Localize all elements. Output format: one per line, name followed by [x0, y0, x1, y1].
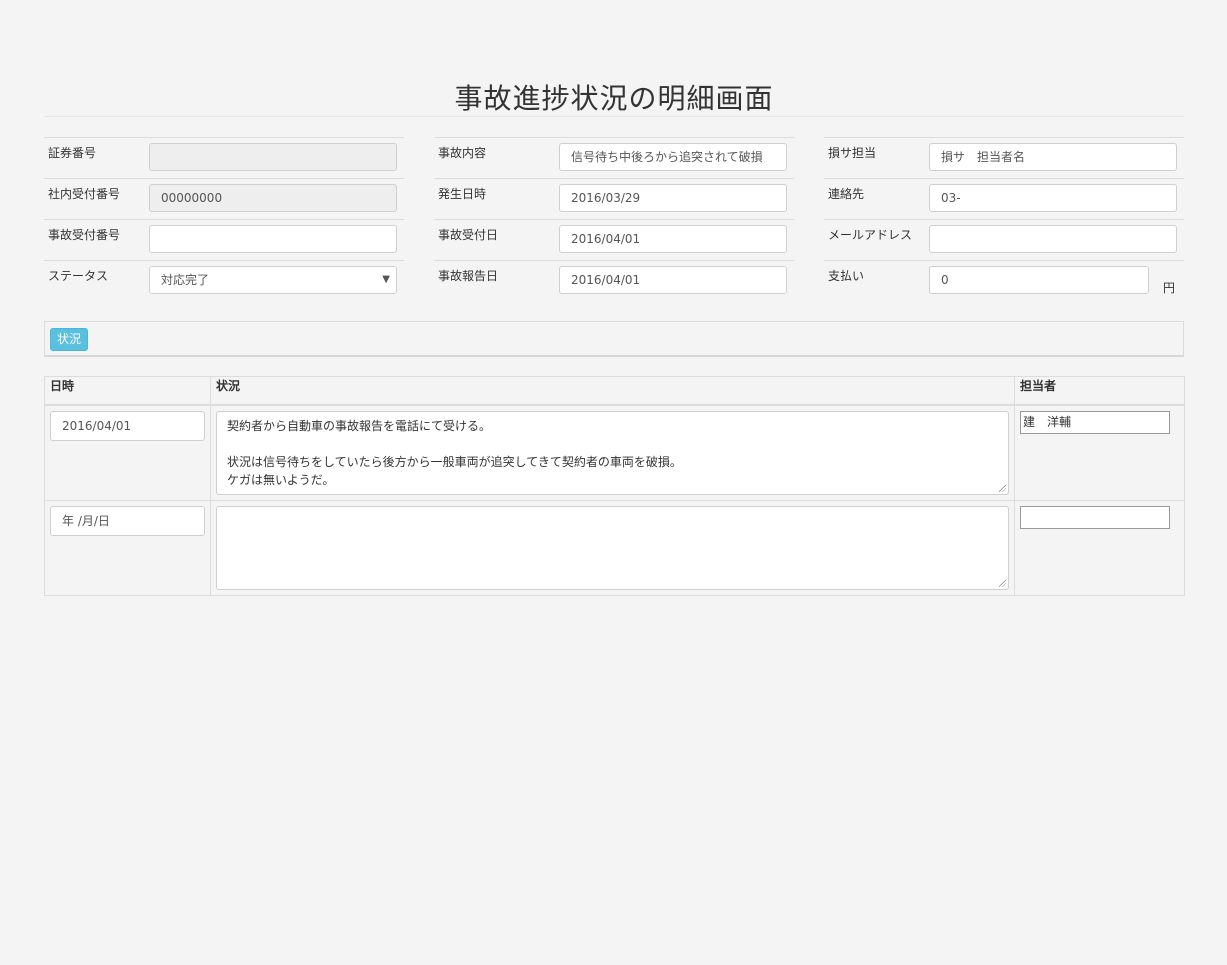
- form-column-2: 事故内容 信号待ち中後ろから追突されて破損 発生日時 2016/03/29 事故…: [434, 137, 794, 301]
- form-row-status: ステータス 対応完了 ▼: [44, 260, 404, 301]
- page-title: 事故進捗状況の明細画面: [454, 81, 774, 115]
- email-label: メールアドレス: [828, 228, 913, 242]
- cell-staff: 建 洋輔: [1014, 404, 1185, 501]
- internal-receipt-label: 社内受付番号: [48, 187, 121, 201]
- contact-field[interactable]: 03-: [929, 184, 1177, 212]
- accident-content-field[interactable]: 信号待ち中後ろから追突されて破損: [559, 143, 787, 171]
- report-date-field[interactable]: 2016/04/01: [559, 266, 787, 294]
- policy-number-label: 証券番号: [48, 146, 97, 160]
- header-staff: 担当者: [1014, 376, 1185, 406]
- claims-staff-label: 損サ担当: [828, 146, 877, 160]
- tab-status[interactable]: 状況: [50, 328, 89, 351]
- staff-input[interactable]: [1020, 506, 1170, 529]
- cell-date: 年 /月/日: [44, 500, 211, 596]
- status-select[interactable]: 対応完了 ▼: [149, 266, 397, 294]
- form-row-internal-receipt: 社内受付番号 00000000: [44, 178, 404, 219]
- date-input[interactable]: 年 /月/日: [50, 506, 205, 536]
- status-textarea[interactable]: 契約者から自動車の事故報告を電話にて受ける。 状況は信号待ちをしていたら後方から…: [216, 411, 1009, 495]
- table-row: 年 /月/日: [44, 500, 1185, 596]
- occurrence-date-field[interactable]: 2016/03/29: [559, 184, 787, 212]
- form-row-receipt-date: 事故受付日 2016/04/01: [434, 219, 794, 260]
- form-row-occurrence-date: 発生日時 2016/03/29: [434, 178, 794, 219]
- form-row-contact: 連絡先 03-: [824, 178, 1184, 219]
- status-label: ステータス: [48, 269, 109, 283]
- table-header-row: 日時 状況 担当者: [44, 376, 1185, 406]
- accident-receipt-field[interactable]: [149, 225, 397, 253]
- cell-staff: [1014, 500, 1185, 596]
- currency-unit: 円: [1163, 281, 1176, 295]
- progress-table: 日時 状況 担当者 2016/04/01 契約者から自動車の事故報告を電話にて受…: [44, 376, 1185, 596]
- occurrence-date-label: 発生日時: [438, 187, 487, 201]
- form-row-accident-content: 事故内容 信号待ち中後ろから追突されて破損: [434, 137, 794, 178]
- title-divider: [44, 116, 1184, 117]
- payment-label: 支払い: [828, 269, 865, 283]
- cell-status: [210, 500, 1015, 596]
- accident-content-label: 事故内容: [438, 146, 487, 160]
- table-row: 2016/04/01 契約者から自動車の事故報告を電話にて受ける。 状況は信号待…: [44, 404, 1185, 501]
- header-datetime: 日時: [44, 376, 211, 406]
- tab-bar: 状況: [44, 321, 1184, 357]
- staff-input[interactable]: 建 洋輔: [1020, 411, 1170, 434]
- status-select-value: 対応完了: [161, 273, 210, 287]
- receipt-date-field[interactable]: 2016/04/01: [559, 225, 787, 253]
- header-status: 状況: [210, 376, 1015, 406]
- form-row-accident-receipt: 事故受付番号: [44, 219, 404, 260]
- status-textarea[interactable]: [216, 506, 1009, 590]
- contact-label: 連絡先: [828, 187, 865, 201]
- payment-field[interactable]: 0: [929, 266, 1149, 294]
- form-row-report-date: 事故報告日 2016/04/01: [434, 260, 794, 301]
- resize-handle-icon[interactable]: [999, 580, 1006, 587]
- status-text: 契約者から自動車の事故報告を電話にて受ける。 状況は信号待ちをしていたら後方から…: [227, 419, 682, 487]
- accident-receipt-label: 事故受付番号: [48, 228, 121, 242]
- email-field[interactable]: [929, 225, 1177, 253]
- cell-status: 契約者から自動車の事故報告を電話にて受ける。 状況は信号待ちをしていたら後方から…: [210, 404, 1015, 501]
- receipt-date-label: 事故受付日: [438, 228, 499, 242]
- date-input[interactable]: 2016/04/01: [50, 411, 205, 441]
- chevron-down-icon: ▼: [382, 274, 390, 285]
- resize-handle-icon[interactable]: [999, 485, 1006, 492]
- policy-number-field: [149, 143, 397, 171]
- form-row-payment: 支払い 0 円: [824, 260, 1184, 301]
- form-row-policy-number: 証券番号: [44, 137, 404, 178]
- cell-date: 2016/04/01: [44, 404, 211, 501]
- form-column-3: 損サ担当 損サ 担当者名 連絡先 03- メールアドレス 支払い 0 円: [824, 137, 1184, 301]
- claims-staff-field[interactable]: 損サ 担当者名: [929, 143, 1177, 171]
- report-date-label: 事故報告日: [438, 269, 499, 283]
- form-row-email: メールアドレス: [824, 219, 1184, 260]
- internal-receipt-field: 00000000: [149, 184, 397, 212]
- form-column-1: 証券番号 社内受付番号 00000000 事故受付番号 ステータス 対応完了 ▼: [44, 137, 404, 301]
- form-row-claims-staff: 損サ担当 損サ 担当者名: [824, 137, 1184, 178]
